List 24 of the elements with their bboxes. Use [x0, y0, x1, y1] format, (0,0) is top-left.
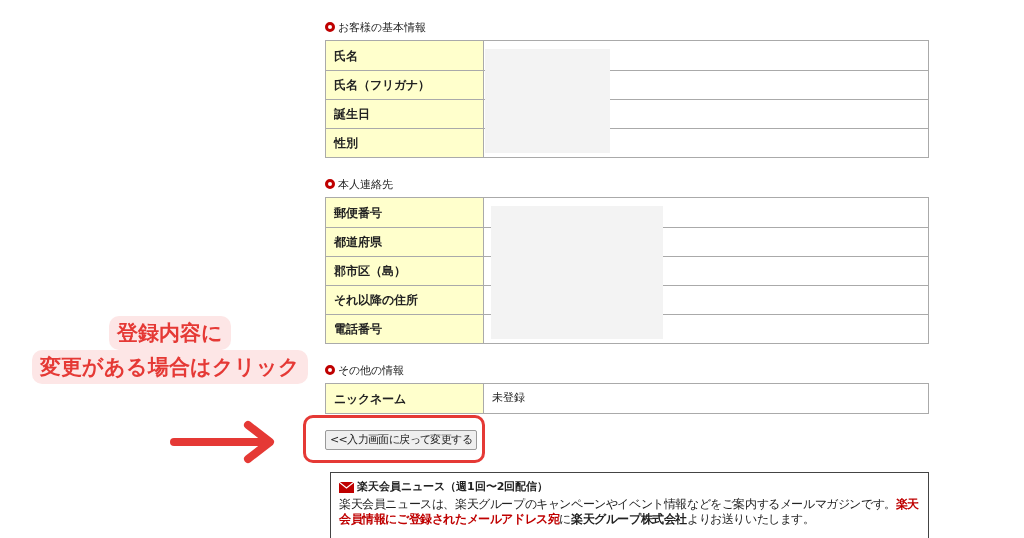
bullet-icon: [325, 365, 335, 375]
field-label: 電話番号: [334, 321, 382, 338]
section-title: その他の情報: [338, 364, 404, 376]
field-label: 性別: [334, 135, 358, 152]
field-label: 都道府県: [334, 234, 382, 251]
field-label: 郡市区（島）: [334, 263, 406, 280]
envelope-icon: [339, 482, 354, 493]
bullet-icon: [325, 179, 335, 189]
section-title: 本人連絡先: [338, 178, 393, 190]
field-label: 誕生日: [334, 106, 370, 123]
newsletter-description: 楽天会員ニュースは、楽天グループのキャンペーンやイベント情報などをご案内するメールマガジンです。楽天会員情報にご登録されたメールアドレス宛に楽天グループ株式会社よりお送りいたします。: [339, 496, 920, 527]
field-label: 氏名: [334, 47, 358, 65]
newsletter-title: 楽天会員ニュース（週1回〜2回配信）: [357, 479, 549, 496]
callout-text: 登録内容に: [109, 316, 231, 350]
field-label: 氏名（フリガナ）: [334, 77, 430, 94]
field-value: 未登録: [492, 390, 525, 407]
field-label: ニックネーム: [334, 390, 406, 408]
arrow-icon: [170, 420, 276, 464]
back-button[interactable]: <<入力画面に戻って変更する: [325, 430, 478, 451]
bullet-icon: [325, 22, 335, 32]
callout-text: 変更がある場合はクリック: [32, 350, 308, 384]
field-label: それ以降の住所: [334, 292, 418, 309]
field-label: 郵便番号: [334, 204, 382, 222]
section-title: お客様の基本情報: [338, 21, 426, 33]
